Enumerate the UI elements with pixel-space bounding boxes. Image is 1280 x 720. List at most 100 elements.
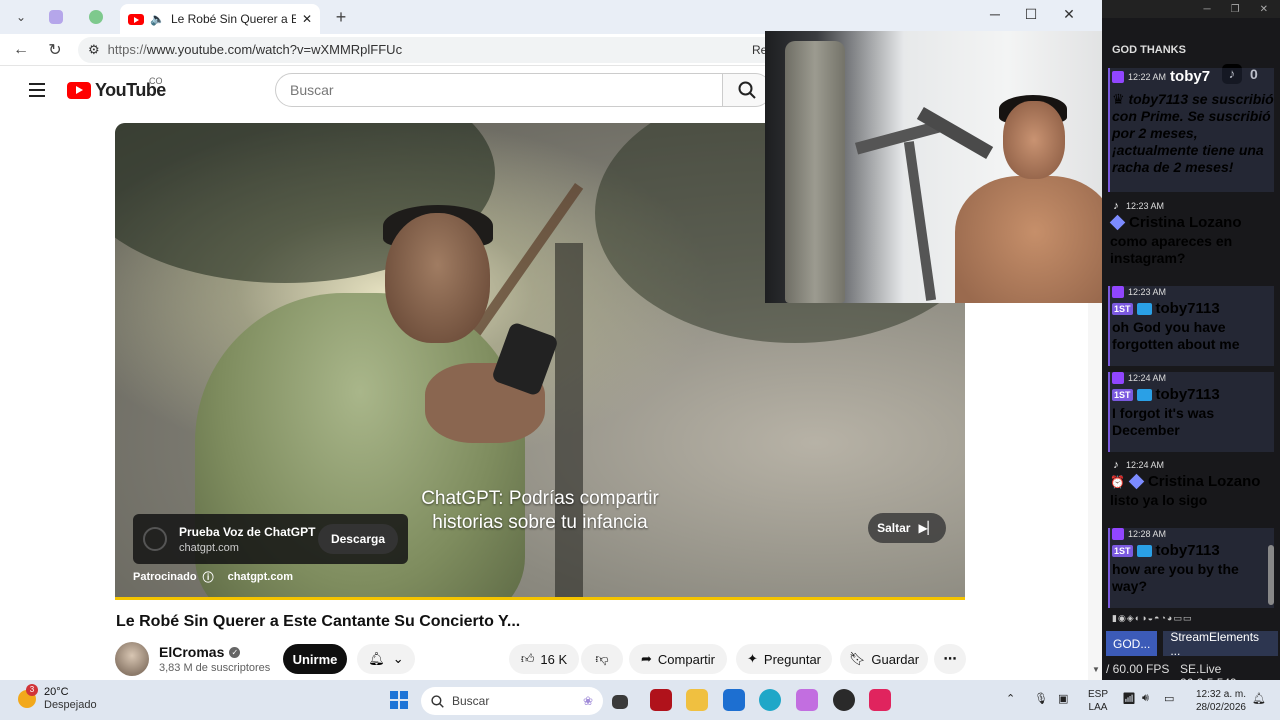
message-body: toby7113 se suscribió con Prime. Se susc…	[1112, 91, 1274, 175]
search-input[interactable]: Buscar	[275, 73, 723, 107]
menu-icon[interactable]	[29, 83, 45, 97]
wifi-icon[interactable]: 📶︎	[1122, 692, 1136, 705]
windows-start-icon[interactable]	[390, 691, 408, 709]
site-info-icon[interactable]: ⚙	[88, 42, 100, 58]
towel	[785, 41, 845, 303]
store-icon[interactable]	[723, 689, 745, 711]
maximize-button[interactable]: ☐	[1021, 6, 1041, 23]
sponsored-row: Patrocinado ⓘ chatgpt.com	[133, 569, 293, 585]
youtube-favicon	[128, 13, 144, 25]
info-icon[interactable]: ⓘ	[203, 569, 214, 585]
like-button[interactable]: 👍︎ 16 K	[509, 644, 579, 674]
sponsored-label: Patrocinado	[133, 571, 197, 583]
channel-avatar[interactable]	[115, 642, 149, 676]
tab-list-button[interactable]: ⌄	[8, 4, 34, 30]
speaker-icon[interactable]: 🔈	[150, 12, 165, 26]
tab-bar: ⌄ 🔈 Le Robé Sin Querer a Este Cantante S…	[0, 0, 1102, 34]
ad-download-button[interactable]: Descarga	[317, 524, 398, 554]
streamer-head	[1003, 101, 1065, 179]
skip-ad-button[interactable]: Saltar ▶▏	[868, 513, 946, 543]
new-tab-button[interactable]: +	[328, 4, 354, 30]
url-field[interactable]: ⚙ https://www.youtube.com/watch?v=wXMMRp…	[78, 36, 778, 63]
language-indicator[interactable]: ESP LAA	[1088, 688, 1108, 714]
edge-icon[interactable]	[759, 689, 781, 711]
message-time: 12:28 AM	[1128, 529, 1167, 539]
ad-card[interactable]: Prueba Voz de ChatGPT chatgpt.com Descar…	[133, 514, 408, 564]
chat-tab-god[interactable]: GOD...	[1106, 631, 1158, 656]
chat-maximize-icon[interactable]: ❐	[1231, 4, 1240, 15]
tab-app[interactable]	[78, 4, 114, 30]
clock-date: 28/02/2026	[1195, 702, 1246, 713]
lang-primary: ESP	[1088, 689, 1109, 700]
tab-camera[interactable]	[38, 4, 74, 30]
more-actions-button[interactable]: ⋯	[934, 644, 966, 674]
message-time: 12:24 AM	[1128, 373, 1167, 383]
dislike-button[interactable]: 👎︎	[581, 644, 623, 674]
channel-name: ElCromas	[159, 644, 225, 660]
ask-button[interactable]: ✦ Preguntar	[736, 644, 832, 674]
message-user: toby7	[1170, 68, 1211, 85]
volume-icon[interactable]: 🔊︎	[1142, 692, 1149, 705]
chat-minimize-icon[interactable]: ─	[1204, 4, 1211, 15]
bookmark-icon: 🔖︎	[848, 651, 866, 666]
join-button[interactable]: Unirme	[283, 644, 347, 674]
tray-chevron-icon[interactable]: ⌃	[1006, 692, 1015, 705]
thumbs-up-icon: 👍︎	[520, 651, 535, 666]
tab-youtube[interactable]: 🔈 Le Robé Sin Querer a Este Cantante Su …	[120, 4, 320, 34]
microphone-icon[interactable]: 🎙︎	[1034, 692, 1048, 705]
save-button[interactable]: 🔖︎ Guardar	[840, 644, 928, 674]
twitch-icon	[1112, 70, 1124, 83]
back-button[interactable]: ←	[8, 41, 34, 59]
task-view-icon[interactable]	[612, 695, 628, 709]
chat-message: ♪ 12:23 AM Cristina Lozano como apareces …	[1108, 200, 1274, 280]
minimize-button[interactable]: ─	[985, 6, 1005, 22]
taskbar-search-placeholder: Buscar	[452, 694, 490, 708]
verified-icon: ✓	[229, 646, 241, 658]
clock[interactable]: 12:32 a. m. 28/02/2026	[1190, 688, 1246, 714]
search-highlight-icon: ❀	[582, 694, 593, 708]
message-text: ♛ toby7113 se suscribió con Prime. Se su…	[1112, 91, 1274, 176]
sponsored-domain[interactable]: chatgpt.com	[228, 571, 293, 583]
message-text: como apareces en instagram?	[1110, 233, 1233, 266]
tray-app-icon[interactable]: ▣	[1058, 692, 1068, 705]
taskbar-search[interactable]: Buscar ❀	[421, 687, 603, 715]
share-button[interactable]: ➦ Compartir	[629, 644, 727, 674]
save-label: Guardar	[871, 651, 920, 667]
scroll-down-arrow[interactable]: ▼	[1092, 665, 1100, 674]
message-user: Cristina Lozano	[1147, 473, 1261, 490]
chat-app-icon[interactable]	[796, 689, 818, 711]
sparkle-icon: ✦	[747, 651, 758, 666]
fps-readout: / 60.00 FPS	[1106, 662, 1170, 676]
share-label: Compartir	[657, 651, 715, 667]
chat-message: 12:22 AM toby7 ♛ toby7113 se suscribió co…	[1108, 68, 1274, 192]
reload-button[interactable]: ↻	[42, 40, 68, 60]
battery-icon[interactable]: ▭	[1164, 692, 1174, 705]
chat-scrollbar[interactable]	[1268, 545, 1274, 605]
close-tab-icon[interactable]: ✕	[302, 12, 312, 26]
tiktok-app-icon[interactable]	[869, 689, 891, 711]
weather-widget[interactable]: 3 20°C Despejado	[18, 683, 97, 711]
chat-tab-streamelements[interactable]: StreamElements ...	[1163, 630, 1278, 658]
tree-trunk	[555, 243, 583, 600]
app-shield-icon[interactable]	[650, 689, 672, 711]
obs-icon[interactable]	[833, 689, 855, 711]
notifications-button[interactable]: 🔔︎ ⌄	[357, 644, 415, 674]
lang-secondary: LAA	[1088, 702, 1108, 713]
message-time: 12:22 AM	[1128, 71, 1167, 82]
search-icon	[431, 694, 444, 708]
alarm-icon: ⏰	[1110, 474, 1125, 489]
ask-label: Preguntar	[763, 651, 821, 667]
chat-message: 12:24 AM 1ST toby7113 I forgot it's was D…	[1108, 372, 1274, 452]
notification-bell-icon[interactable]: 🔔︎	[1252, 692, 1266, 705]
subtitle-line-1: ChatGPT: Podrías compartir	[421, 488, 659, 509]
chat-close-icon[interactable]: ✕	[1260, 4, 1268, 15]
file-explorer-icon[interactable]	[686, 689, 708, 711]
channel-name-row[interactable]: ElCromas ✓	[159, 644, 241, 660]
youtube-logo[interactable]: YouTube CO	[67, 76, 166, 101]
weather-condition: Despejado	[44, 699, 97, 711]
bell-icon: 🔔︎	[368, 651, 385, 666]
chat-tabs: GOD... StreamElements ...	[1106, 630, 1278, 658]
video-title: Le Robé Sin Querer a Este Cantante Su Co…	[116, 613, 521, 630]
tab-title: Le Robé Sin Querer a Este Cantante Su Co…	[170, 12, 296, 26]
close-window-button[interactable]: ✕	[1059, 6, 1079, 23]
